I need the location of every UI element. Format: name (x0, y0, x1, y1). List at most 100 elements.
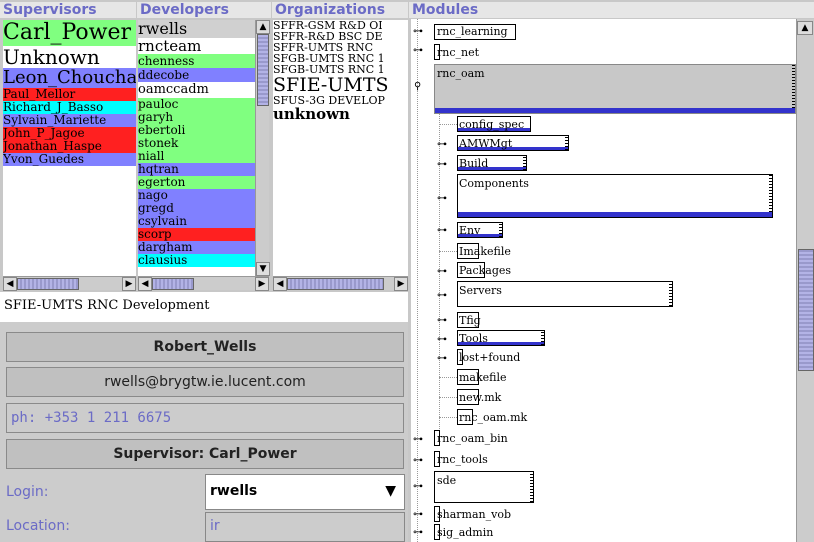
key-icon[interactable]: ⊶ (413, 45, 423, 56)
developers-list[interactable]: rwells rncteam chenness ddecobe oamccadm… (138, 20, 255, 276)
list-item[interactable]: Paul_Mellor (3, 88, 136, 101)
key-icon[interactable]: ⊶ (413, 26, 423, 37)
tree-node-label[interactable]: rnc_oam_bin (437, 432, 508, 445)
scroll-up-icon[interactable]: ▲ (256, 20, 270, 34)
organizations-list[interactable]: SFFR-GSM R&D OI SFFR-R&D BSC DE SFFR-UMT… (273, 20, 408, 276)
tree-node-label[interactable]: Build (459, 157, 488, 170)
supervisor-button[interactable]: Supervisor: Carl_Power (6, 439, 404, 469)
key-icon[interactable]: ⊶ (413, 509, 423, 520)
list-item[interactable]: John_P_Jagoe (3, 127, 136, 140)
email-button[interactable]: rwells@brygtw.ie.lucent.com (6, 367, 404, 397)
list-item[interactable]: gregd (138, 202, 255, 215)
chevron-down-icon[interactable]: ▼ (385, 483, 396, 499)
tree-node-label[interactable]: AMWMgt (459, 137, 512, 150)
key-icon[interactable]: ⊶ (437, 334, 447, 345)
scroll-thumb[interactable] (152, 278, 194, 290)
list-item[interactable]: SFUS-3G DEVELOP (273, 95, 408, 106)
scroll-down-icon[interactable]: ▼ (256, 262, 270, 276)
tree-node-label[interactable]: sharman_vob (437, 508, 511, 521)
scroll-right-icon[interactable]: ▶ (255, 277, 269, 291)
key-open-icon[interactable]: ⚲ (414, 81, 421, 92)
list-item[interactable]: Yvon_Guedes (3, 153, 136, 166)
modules-tree[interactable]: ⊶ rnc_learning ⊶ rnc_net rnc_oam ⚲ confi… (411, 19, 796, 542)
supervisors-list[interactable]: Carl_Power Unknown Leon_Choucha Paul_Mel… (3, 20, 136, 276)
key-icon[interactable]: ⊶ (437, 290, 447, 301)
key-icon[interactable]: ⊶ (413, 434, 423, 445)
list-item[interactable]: SFFR-UMTS RNC (273, 42, 408, 53)
list-item[interactable]: scorp (138, 228, 255, 241)
tree-node-label[interactable]: config_spec (459, 118, 524, 131)
scroll-thumb[interactable] (287, 278, 384, 290)
list-item[interactable]: Richard_J_Basso (3, 101, 136, 114)
tree-node-label[interactable]: sig_admin (437, 526, 493, 539)
list-item[interactable]: chenness (138, 54, 255, 68)
key-icon[interactable]: ⊶ (437, 159, 447, 170)
list-item[interactable]: SFIE-UMTS (273, 75, 408, 95)
list-item[interactable]: pauloc (138, 98, 255, 111)
key-icon[interactable]: ⊶ (437, 315, 447, 326)
list-item[interactable]: unknown (273, 106, 408, 122)
modules-vscrollbar[interactable]: ▲ (796, 19, 814, 542)
tree-node-label[interactable]: makefile (459, 371, 507, 384)
list-item[interactable]: Sylvain_Mariette (3, 114, 136, 127)
tree-node-label[interactable]: Env (459, 224, 480, 237)
tree-node-label[interactable]: Packages (459, 264, 511, 277)
scroll-right-icon[interactable]: ▶ (394, 277, 408, 291)
list-item[interactable]: rncteam (138, 38, 255, 54)
scroll-thumb[interactable] (17, 278, 79, 290)
login-select[interactable]: rwells ▼ (205, 474, 405, 510)
key-icon[interactable]: ⊶ (437, 193, 447, 204)
list-item[interactable]: egerton (138, 176, 255, 189)
developers-hscrollbar[interactable]: ◀ ▶ (138, 276, 269, 291)
list-item[interactable]: ebertoli (138, 124, 255, 137)
key-icon[interactable]: ⊶ (437, 139, 447, 150)
supervisors-hscrollbar[interactable]: ◀ ▶ (3, 276, 136, 291)
list-item[interactable]: SFFR-R&D BSC DE (273, 31, 408, 42)
tree-node-label[interactable]: Imakefile (459, 245, 511, 258)
list-item[interactable]: SFGB-UMTS RNC 1 (273, 64, 408, 75)
list-item[interactable]: ddecobe (138, 68, 255, 82)
scroll-thumb[interactable] (798, 249, 814, 371)
list-item[interactable]: niall (138, 150, 255, 163)
location-field[interactable]: ir (205, 512, 405, 542)
tree-node-selected[interactable] (434, 64, 796, 114)
key-icon[interactable]: ⊶ (437, 353, 447, 364)
key-icon[interactable]: ⊶ (437, 225, 447, 236)
tree-node-label[interactable]: Components (459, 177, 529, 190)
tree-node-label[interactable]: Tools (459, 332, 488, 345)
list-item[interactable]: oamccadm (138, 82, 255, 98)
scroll-thumb[interactable] (257, 34, 269, 106)
list-item[interactable]: csylvain (138, 215, 255, 228)
tree-node-label[interactable]: rnc_learning (437, 25, 508, 38)
scroll-left-icon[interactable]: ◀ (273, 277, 287, 291)
scroll-left-icon[interactable]: ◀ (138, 277, 152, 291)
list-item[interactable]: SFGB-UMTS RNC 1 (273, 53, 408, 64)
tree-node-label[interactable]: rnc_net (437, 46, 479, 59)
list-item[interactable]: hqtran (138, 163, 255, 176)
tree-node-label[interactable]: Servers (459, 284, 502, 297)
key-icon[interactable]: ⊶ (413, 481, 423, 492)
list-item[interactable]: clausius (138, 254, 255, 267)
list-item[interactable]: nago (138, 189, 255, 202)
list-item[interactable]: garyh (138, 111, 255, 124)
list-item[interactable]: Jonathan_Haspe (3, 140, 136, 153)
scroll-left-icon[interactable]: ◀ (3, 277, 17, 291)
key-icon[interactable]: ⊶ (437, 266, 447, 277)
key-icon[interactable]: ⊶ (413, 527, 423, 538)
list-item[interactable]: dargham (138, 241, 255, 254)
list-item[interactable]: Leon_Choucha (3, 68, 136, 88)
tree-node-label[interactable]: rnc_oam (437, 67, 485, 80)
tree-node-label[interactable]: Tfig (459, 314, 481, 327)
tree-node-label[interactable]: rnc_tools (437, 453, 488, 466)
key-icon[interactable]: ⊶ (413, 455, 423, 466)
organizations-hscrollbar[interactable]: ◀ ▶ (273, 276, 408, 291)
tree-node-label[interactable]: sde (437, 474, 456, 487)
list-item[interactable]: rwells (138, 20, 255, 38)
scroll-right-icon[interactable]: ▶ (122, 277, 136, 291)
tree-node-label[interactable]: rnc_oam.mk (459, 411, 527, 424)
tree-node-label[interactable]: lost+found (459, 351, 520, 364)
tree-node-label[interactable]: new.mk (459, 391, 501, 404)
list-item[interactable]: stonek (138, 137, 255, 150)
developers-vscrollbar[interactable]: ▲ ▼ (255, 20, 270, 276)
full-name-button[interactable]: Robert_Wells (6, 332, 404, 362)
